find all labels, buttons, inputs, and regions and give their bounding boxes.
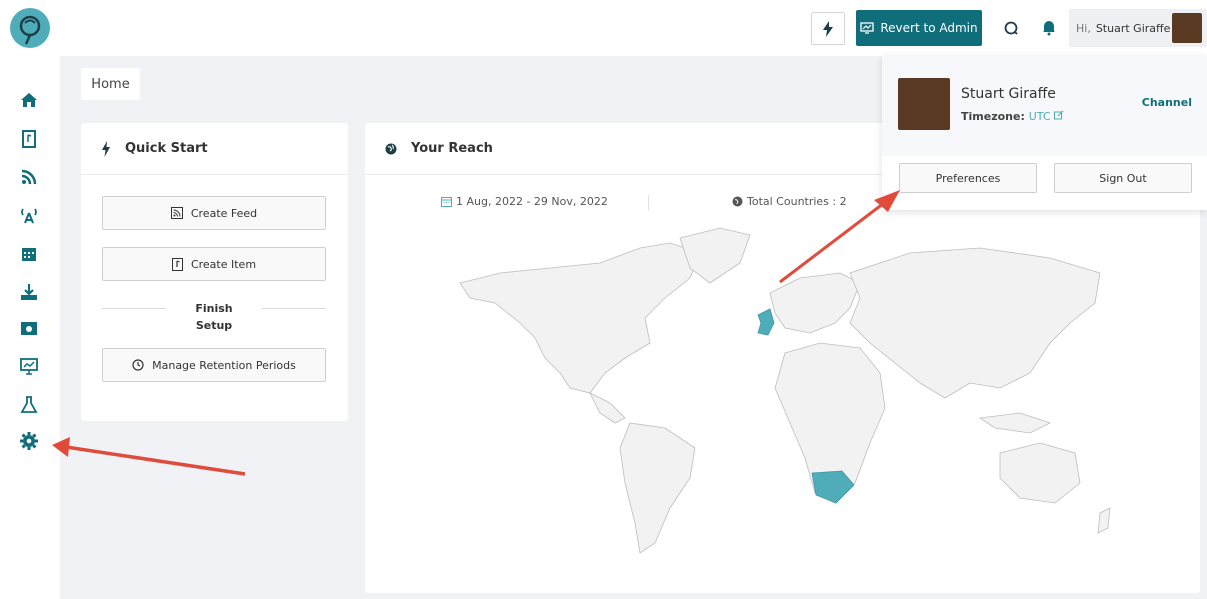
- analytics-icon[interactable]: [18, 355, 40, 377]
- item-icon: [171, 257, 183, 271]
- date-range-text: 1 Aug, 2022 - 29 Nov, 2022: [456, 195, 608, 208]
- revert-label: Revert to Admin: [880, 21, 978, 35]
- bolt-icon: [823, 20, 833, 37]
- broadcast-icon[interactable]: [18, 204, 40, 226]
- item-icon[interactable]: [18, 128, 40, 150]
- revert-to-admin-button[interactable]: Revert to Admin: [856, 10, 982, 46]
- greeting: Hi,: [1076, 21, 1091, 35]
- edit-icon[interactable]: [1054, 110, 1064, 120]
- arrow-to-settings: [65, 445, 246, 476]
- world-map: [459, 227, 1111, 554]
- timezone-value[interactable]: UTC: [1029, 110, 1051, 123]
- clock-icon: [132, 359, 144, 371]
- lab-icon[interactable]: [18, 394, 40, 416]
- breadcrumb-home[interactable]: Home: [91, 77, 129, 92]
- popup-user-name: Stuart Giraffe: [961, 86, 1056, 102]
- manage-retention-label: Manage Retention Periods: [152, 358, 296, 372]
- map-south-america: [619, 422, 696, 554]
- quick-action-button[interactable]: [811, 12, 845, 45]
- map-australia: [999, 442, 1081, 504]
- timezone-label: Timezone:: [961, 110, 1025, 123]
- divider-line-left: [102, 308, 166, 309]
- calendar-icon[interactable]: [18, 243, 40, 265]
- download-icon[interactable]: [18, 281, 40, 303]
- search-icon[interactable]: [1002, 19, 1020, 37]
- home-icon[interactable]: [18, 89, 40, 111]
- stats-divider: [648, 195, 649, 211]
- your-reach-title: Your Reach: [411, 141, 493, 156]
- media-icon[interactable]: [18, 317, 40, 339]
- finish-setup-label: Finish Setup: [195, 302, 233, 332]
- user-menu[interactable]: Hi, Stuart Giraffe: [1069, 9, 1207, 47]
- create-feed-label: Create Feed: [190, 206, 258, 220]
- timezone-row: Timezone: UTC: [961, 110, 1064, 123]
- user-popup-header: Stuart Giraffe Timezone: UTC Channel: [882, 56, 1207, 156]
- map-central-america: [589, 392, 626, 424]
- map-north-america: [459, 242, 701, 394]
- map-europe: [769, 272, 861, 334]
- rss-icon[interactable]: [18, 166, 40, 188]
- map-indonesia: [978, 412, 1052, 434]
- bell-icon[interactable]: [1040, 18, 1058, 36]
- top-bar: [60, 0, 1207, 56]
- logo-icon[interactable]: [10, 8, 50, 48]
- bolt-icon: [102, 140, 110, 157]
- rss-icon: [170, 207, 183, 219]
- monitor-icon: [860, 22, 875, 34]
- map-new-zealand: [1097, 507, 1111, 534]
- quick-start-title: Quick Start: [125, 141, 208, 156]
- create-item-label: Create Item: [190, 257, 257, 271]
- total-countries-text: Total Countries : 2: [747, 195, 847, 208]
- total-countries-stat: Total Countries : 2: [732, 195, 847, 208]
- create-feed-button[interactable]: Create Feed: [102, 196, 326, 230]
- preferences-button[interactable]: Preferences: [899, 163, 1037, 193]
- quick-start-card: Quick Start Create Feed Create Item Fini…: [81, 123, 348, 421]
- quick-start-header: Quick Start: [81, 123, 348, 175]
- finish-setup-divider: Finish Setup: [102, 298, 326, 334]
- sign-out-button[interactable]: Sign Out: [1054, 163, 1192, 193]
- divider-line-right: [262, 308, 326, 309]
- date-range-stat: 1 Aug, 2022 - 29 Nov, 2022: [441, 195, 608, 208]
- globe-icon: [385, 143, 397, 154]
- settings-icon[interactable]: [18, 430, 40, 452]
- manage-retention-button[interactable]: Manage Retention Periods: [102, 348, 326, 382]
- preferences-label: Preferences: [935, 171, 1001, 185]
- calendar-icon: [441, 197, 452, 207]
- sign-out-label: Sign Out: [1099, 171, 1147, 185]
- popup-avatar: [898, 78, 950, 130]
- globe-icon: [732, 196, 743, 207]
- map-asia: [849, 247, 1101, 399]
- user-popup: Stuart Giraffe Timezone: UTC Channel Pre…: [882, 56, 1207, 210]
- avatar: [1172, 13, 1202, 43]
- user-name: Stuart Giraffe: [1095, 21, 1171, 35]
- create-item-button[interactable]: Create Item: [102, 247, 326, 281]
- map-united-kingdom: [757, 308, 775, 336]
- channel-link[interactable]: Channel: [1142, 96, 1192, 109]
- sidebar: [0, 0, 60, 599]
- breadcrumb[interactable]: Home: [81, 68, 140, 100]
